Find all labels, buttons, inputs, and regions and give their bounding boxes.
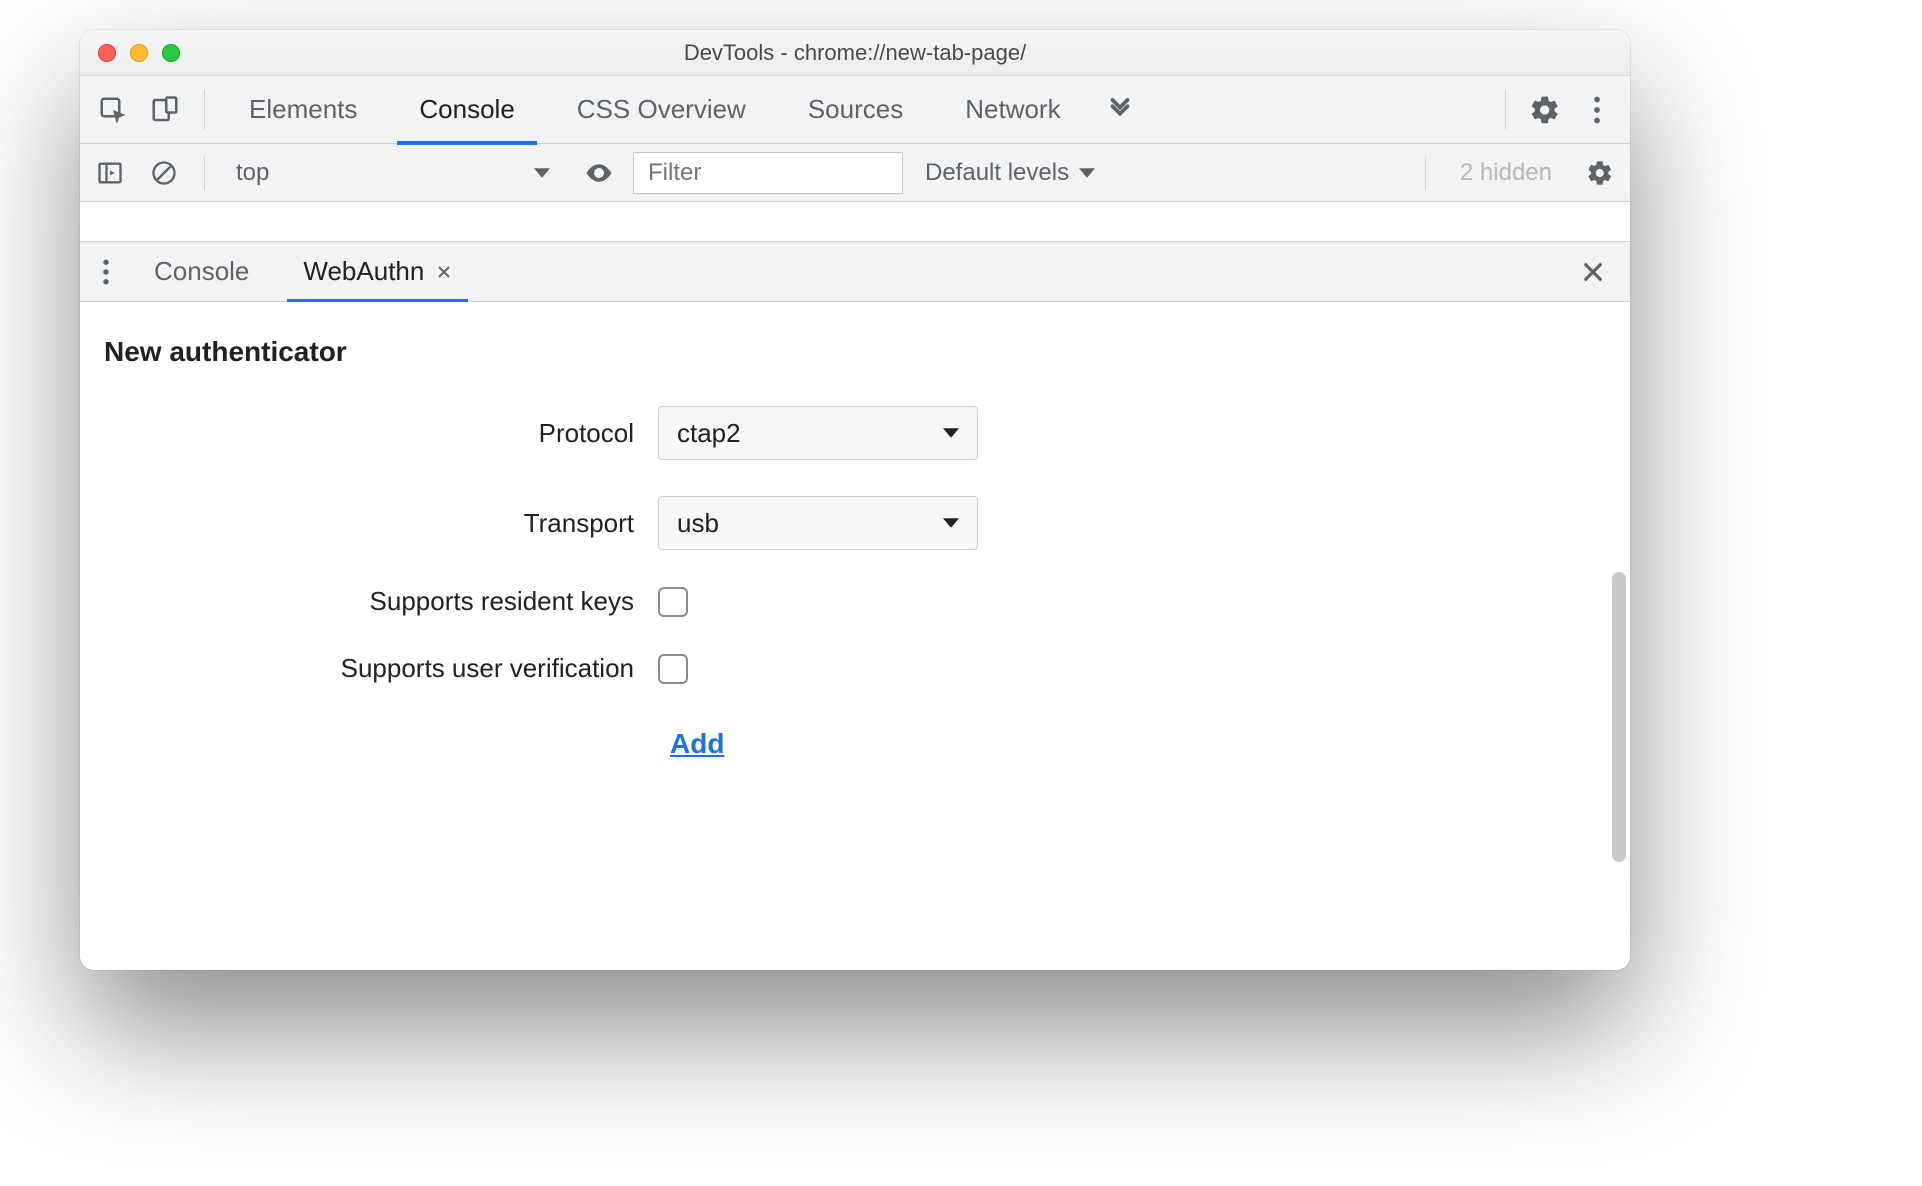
device-toolbar-icon[interactable] <box>142 84 188 136</box>
label-transport: Transport <box>104 508 634 539</box>
main-tab-strip: Elements Console CSS Overview Sources Ne… <box>80 76 1630 144</box>
label-resident-keys: Supports resident keys <box>104 586 634 617</box>
label-protocol: Protocol <box>104 418 634 449</box>
tab-console[interactable]: Console <box>391 76 542 144</box>
console-settings-gear-icon[interactable] <box>1580 151 1620 195</box>
tab-label: WebAuthn <box>303 256 424 287</box>
separator <box>1425 156 1426 190</box>
zoom-window-button[interactable] <box>162 44 180 62</box>
window-title: DevTools - chrome://new-tab-page/ <box>80 40 1630 66</box>
drawer-close-icon[interactable] <box>1564 261 1622 283</box>
resident-keys-checkbox[interactable] <box>658 587 688 617</box>
tab-label: Console <box>154 256 249 287</box>
drawer-menu-icon[interactable] <box>88 259 124 285</box>
row-add: Add <box>104 702 1606 760</box>
tab-label: Console <box>419 94 514 125</box>
log-levels-select[interactable]: Default levels <box>917 159 1103 187</box>
settings-gear-icon[interactable] <box>1522 84 1568 136</box>
drawer-tab-strip: Console WebAuthn <box>80 242 1630 302</box>
protocol-value: ctap2 <box>677 418 741 449</box>
hidden-messages-count[interactable]: 2 hidden <box>1446 159 1566 187</box>
row-protocol: Protocol ctap2 <box>104 388 1606 478</box>
row-transport: Transport usb <box>104 478 1606 568</box>
chevron-down-icon <box>943 515 959 531</box>
chevron-down-icon <box>534 165 550 181</box>
tab-network[interactable]: Network <box>937 76 1088 144</box>
row-resident-keys: Supports resident keys <box>104 568 1606 635</box>
tab-sources[interactable]: Sources <box>780 76 931 144</box>
kebab-menu-icon[interactable] <box>1574 84 1620 136</box>
titlebar: DevTools - chrome://new-tab-page/ <box>80 30 1630 76</box>
execution-context-select[interactable]: top <box>225 151 565 195</box>
separator <box>204 156 205 190</box>
close-tab-icon[interactable] <box>436 264 452 280</box>
window-controls <box>80 44 180 62</box>
separator <box>1505 90 1506 130</box>
console-sidebar-toggle-icon[interactable] <box>90 151 130 195</box>
section-title: New authenticator <box>80 302 1630 378</box>
tab-label: CSS Overview <box>577 94 746 125</box>
inspect-element-icon[interactable] <box>90 84 136 136</box>
tab-label: Sources <box>808 94 903 125</box>
separator <box>204 90 205 130</box>
clear-console-icon[interactable] <box>144 151 184 195</box>
transport-value: usb <box>677 508 719 539</box>
protocol-select[interactable]: ctap2 <box>658 406 978 460</box>
user-verification-checkbox[interactable] <box>658 654 688 684</box>
tab-elements[interactable]: Elements <box>221 76 385 144</box>
drawer-tab-webauthn[interactable]: WebAuthn <box>279 242 476 302</box>
drawer-tab-console[interactable]: Console <box>130 242 273 302</box>
chevron-down-icon <box>943 425 959 441</box>
devtools-window: DevTools - chrome://new-tab-page/ Elemen… <box>80 30 1630 970</box>
transport-select[interactable]: usb <box>658 496 978 550</box>
webauthn-panel: New authenticator Protocol ctap2 Transpo… <box>80 302 1630 970</box>
context-value: top <box>236 159 269 187</box>
add-authenticator-button[interactable]: Add <box>670 728 724 760</box>
close-window-button[interactable] <box>98 44 116 62</box>
levels-label: Default levels <box>925 159 1069 187</box>
scrollbar-thumb[interactable] <box>1612 572 1626 862</box>
tab-css-overview[interactable]: CSS Overview <box>549 76 774 144</box>
chevron-down-icon <box>1079 165 1095 181</box>
console-output-area <box>80 202 1630 242</box>
minimize-window-button[interactable] <box>130 44 148 62</box>
label-user-verification: Supports user verification <box>104 653 634 684</box>
tab-label: Elements <box>249 94 357 125</box>
tabs-overflow-button[interactable] <box>1095 95 1145 125</box>
filter-text[interactable] <box>648 159 888 187</box>
tab-label: Network <box>965 94 1060 125</box>
console-controls: top Default levels 2 hi <box>80 144 1630 202</box>
console-filter-input[interactable] <box>633 152 903 194</box>
row-user-verification: Supports user verification <box>104 635 1606 702</box>
new-authenticator-form: Protocol ctap2 Transport usb Supports re… <box>80 378 1630 780</box>
live-expression-eye-icon[interactable] <box>579 151 619 195</box>
